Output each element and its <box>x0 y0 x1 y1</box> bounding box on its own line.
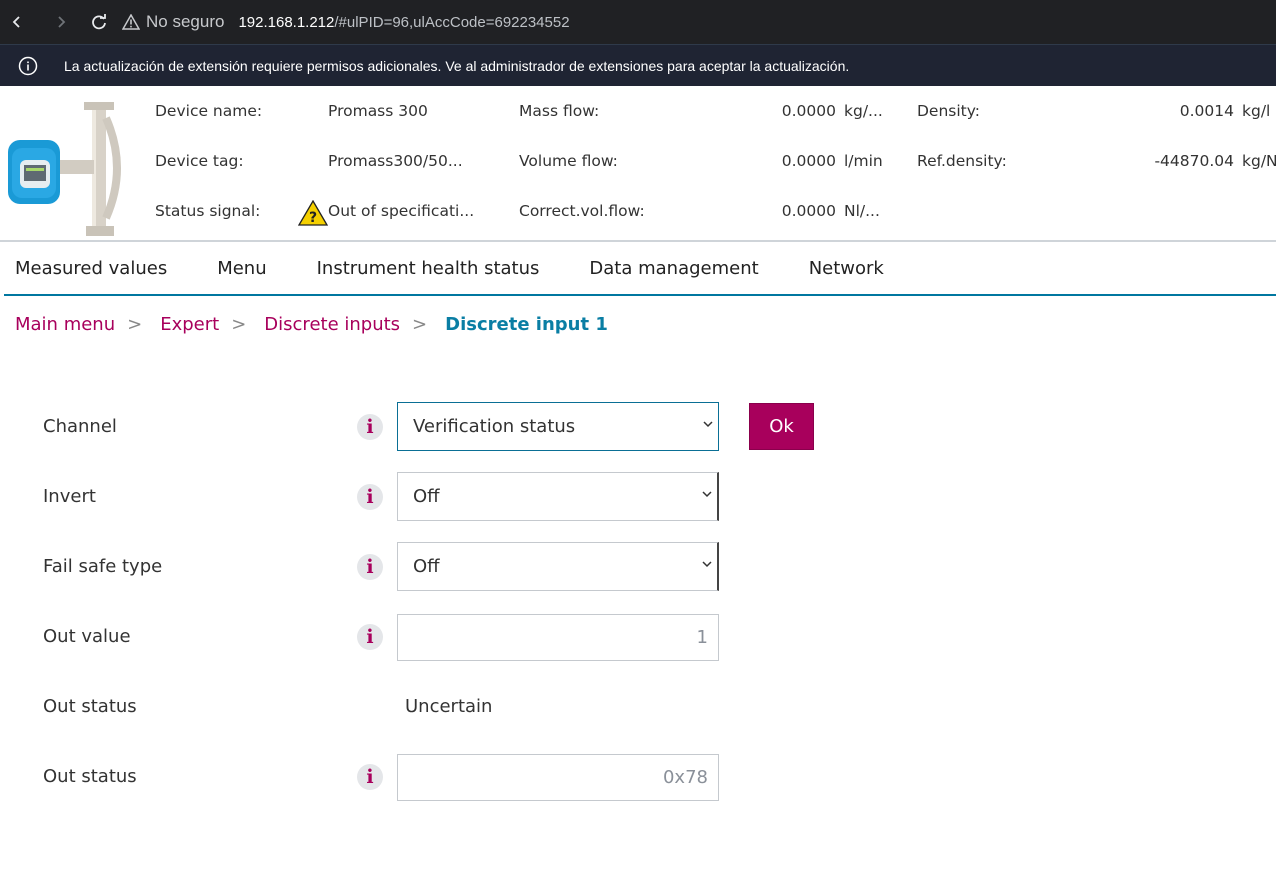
fail-safe-row: Fail safe type i Off <box>0 542 1276 592</box>
breadcrumb-discrete-inputs[interactable]: Discrete inputs <box>264 314 400 335</box>
out-status-code-row: Out status i 0x78 <box>0 752 1276 802</box>
status-signal-value: Out of specificati... <box>328 202 475 220</box>
device-name-label: Device name: <box>155 102 263 120</box>
address-bar[interactable]: 192.168.1.212/#ulPID=96,ulAccCode=692234… <box>238 14 569 31</box>
volume-flow-unit: l/min <box>844 152 883 170</box>
breadcrumb-expert[interactable]: Expert <box>160 314 219 335</box>
volume-flow-value: 0.0000 <box>781 152 836 170</box>
out-value-row: Out value i 1 <box>0 612 1276 662</box>
out-value-info-icon[interactable]: i <box>357 624 383 650</box>
svg-text:?: ? <box>309 210 317 226</box>
nav-menu[interactable]: Menu <box>217 258 266 279</box>
info-circle-icon <box>18 56 38 75</box>
out-status-code-info-icon[interactable]: i <box>357 764 383 790</box>
breadcrumb-separator: > <box>231 314 247 335</box>
out-status-code-label: Out status <box>43 766 137 787</box>
chevron-down-icon <box>703 421 713 428</box>
warning-status-icon: ? <box>298 200 328 226</box>
breadcrumb: Main menu > Expert > Discrete inputs > D… <box>15 314 608 335</box>
device-image <box>8 102 121 236</box>
out-status-code-field: 0x78 <box>397 754 719 801</box>
invert-select[interactable]: Off <box>397 472 719 521</box>
out-status-text-label: Out status <box>43 696 137 717</box>
back-arrow-icon <box>12 16 20 28</box>
channel-info-icon[interactable]: i <box>357 414 383 440</box>
breadcrumb-main-menu[interactable]: Main menu <box>15 314 115 335</box>
fail-safe-info-icon[interactable]: i <box>357 554 383 580</box>
url-host: 192.168.1.212 <box>238 13 335 31</box>
forward-arrow-icon <box>58 16 66 28</box>
nav-instrument-health-status[interactable]: Instrument health status <box>317 258 540 279</box>
invert-select-value: Off <box>413 486 440 507</box>
main-nav: Measured values Menu Instrument health s… <box>4 242 1276 296</box>
breadcrumb-separator: > <box>127 314 143 335</box>
ref-density-unit: kg/N <box>1242 152 1276 170</box>
device-tag-value: Promass300/50... <box>328 152 463 170</box>
invert-info-icon[interactable]: i <box>357 484 383 510</box>
correct-vol-flow-value: 0.0000 <box>781 202 836 220</box>
ok-button[interactable]: Ok <box>749 403 814 450</box>
breadcrumb-separator: > <box>412 314 428 335</box>
page: No seguro 192.168.1.212/#ulPID=96,ulAccC… <box>0 0 1276 884</box>
ref-density-label: Ref.density: <box>917 152 1007 170</box>
correct-vol-flow-label: Correct.vol.flow: <box>519 202 645 220</box>
nav-network[interactable]: Network <box>809 258 884 279</box>
nav-measured-values[interactable]: Measured values <box>15 258 167 279</box>
warning-triangle-icon <box>122 14 140 30</box>
extension-infobar: La actualización de extensión requiere p… <box>0 44 1276 86</box>
invert-row: Invert i Off <box>0 472 1276 522</box>
density-unit: kg/l <box>1242 102 1271 120</box>
reload-icon <box>92 14 106 30</box>
fail-safe-select-value: Off <box>413 556 440 577</box>
chevron-down-icon <box>702 491 712 498</box>
infobar-message: La actualización de extensión requiere p… <box>64 57 850 74</box>
chevron-down-icon <box>702 561 712 568</box>
mass-flow-value: 0.0000 <box>781 102 836 120</box>
fail-safe-select[interactable]: Off <box>397 542 719 591</box>
mass-flow-unit: kg/... <box>844 102 883 120</box>
device-header: Device name: Promass 300 Device tag: Pro… <box>0 86 1276 242</box>
browser-toolbar: No seguro 192.168.1.212/#ulPID=96,ulAccC… <box>0 0 1276 44</box>
security-label: No seguro <box>146 12 225 31</box>
back-button[interactable] <box>2 7 32 37</box>
density-label: Density: <box>917 102 981 120</box>
device-name-value: Promass 300 <box>328 102 428 120</box>
channel-row: Channel i Verification status <box>0 402 1276 452</box>
out-status-text-value: Uncertain <box>405 696 493 717</box>
reload-button[interactable] <box>84 7 114 37</box>
security-indicator[interactable]: No seguro <box>122 12 224 32</box>
forward-button[interactable] <box>46 7 76 37</box>
channel-select-value: Verification status <box>413 416 576 437</box>
device-tag-label: Device tag: <box>155 152 244 170</box>
out-status-text-row: Out status Uncertain <box>0 682 1276 732</box>
breadcrumb-current: Discrete input 1 <box>445 314 608 335</box>
out-value-field: 1 <box>397 614 719 661</box>
channel-label: Channel <box>43 416 117 437</box>
status-signal-label: Status signal: <box>155 202 261 220</box>
url-path: /#ulPID=96,ulAccCode=692234552 <box>334 13 570 31</box>
nav-data-management[interactable]: Data management <box>589 258 758 279</box>
volume-flow-label: Volume flow: <box>519 152 618 170</box>
ref-density-value: -44870.04 <box>1154 152 1234 170</box>
fail-safe-label: Fail safe type <box>43 556 163 577</box>
correct-vol-flow-unit: Nl/... <box>844 202 880 220</box>
mass-flow-label: Mass flow: <box>519 102 600 120</box>
density-value: 0.0014 <box>1179 102 1234 120</box>
invert-label: Invert <box>43 486 96 507</box>
out-value-label: Out value <box>43 626 131 647</box>
channel-select[interactable]: Verification status <box>397 402 719 451</box>
